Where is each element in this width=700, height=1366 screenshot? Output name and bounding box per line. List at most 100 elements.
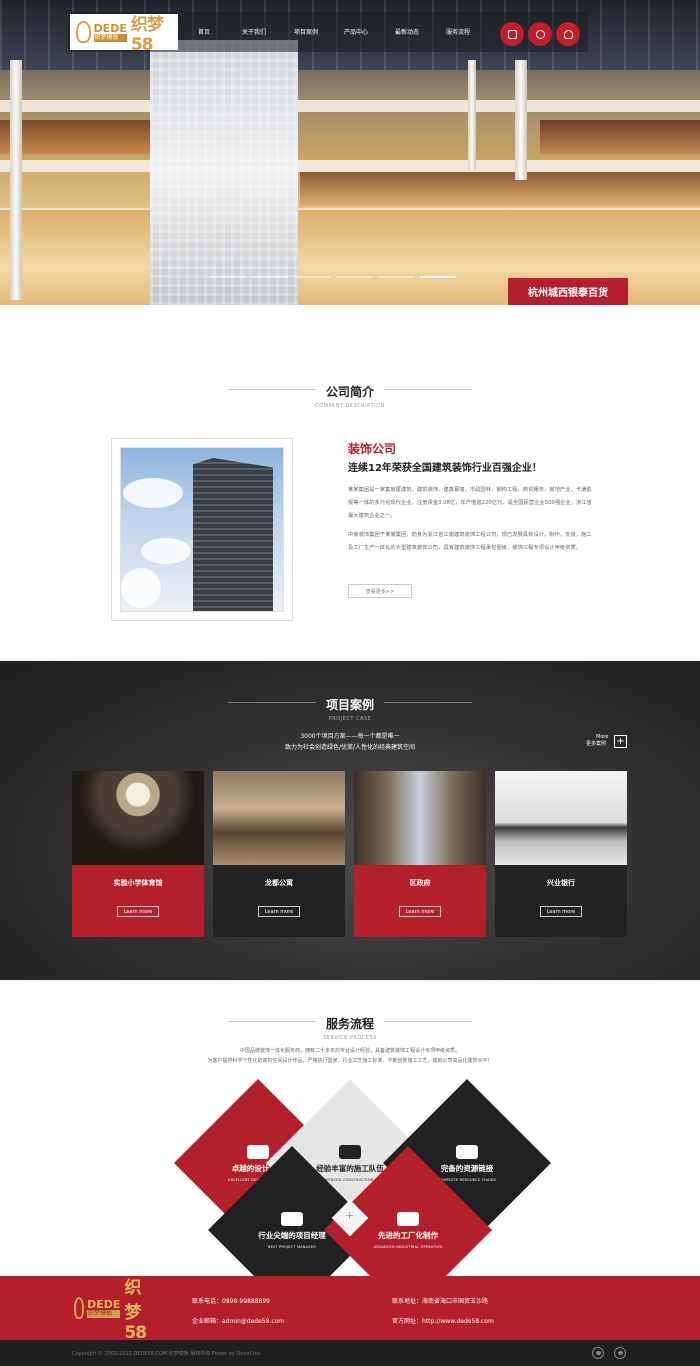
learn-more-button[interactable]: Learn more <box>399 906 441 917</box>
case-image <box>72 771 204 865</box>
logo-text: DEDE <box>93 21 127 35</box>
hero-column <box>515 60 527 180</box>
more-cn: 更多案例 <box>586 741 607 747</box>
logo-mark-icon <box>76 21 91 43</box>
logo-name: 织梦58 <box>124 1278 147 1343</box>
learn-more-button[interactable]: Learn more <box>117 906 159 917</box>
hero-caption[interactable]: 杭州城西银泰百货 <box>508 278 628 305</box>
hero-shopfront <box>0 120 150 154</box>
step-subtitle: COMPLETE RESOURCE CHAINS <box>437 1177 497 1182</box>
nav-item-news[interactable]: 最新动态 <box>395 27 419 36</box>
slider-dot[interactable] <box>210 276 246 278</box>
hero-column <box>468 60 476 170</box>
nav-item-products[interactable]: 产品中心 <box>344 27 368 36</box>
step-title: 行业尖端的项目经理 <box>258 1230 326 1240</box>
resource-icon <box>456 1144 478 1159</box>
case-image <box>354 771 486 865</box>
copyright-text: Copyright © 2002-2011 DEDE58.COM 织梦模板 版权… <box>72 1351 261 1357</box>
case-name: 龙都公寓 <box>265 879 293 887</box>
design-icon <box>247 1144 269 1159</box>
case-caption: 实验小学体育馆 Learn more <box>72 865 204 937</box>
wechat-icon[interactable] <box>614 1347 626 1359</box>
phone-icon[interactable] <box>500 22 524 46</box>
footer-email[interactable]: 企业邮箱：admin@dede58.com <box>192 1316 284 1325</box>
slider-dot[interactable] <box>294 276 330 278</box>
section-title: 公司简介 <box>325 385 374 399</box>
process-line: 为客户提供科学个性化的高的空间设计作品，严格执行国家、行业工艺施工标准，不断创新… <box>207 1058 493 1064</box>
step-title: 完备的资源链接 <box>440 1163 494 1173</box>
construction-icon <box>339 1144 361 1159</box>
nav-item-process[interactable]: 服务流程 <box>446 27 470 36</box>
nav-item-home[interactable]: 首页 <box>198 27 210 36</box>
case-name: 实验小学体育馆 <box>113 879 163 887</box>
hero-shopfront <box>300 172 700 206</box>
logo-subtext: 织梦模板 <box>87 1309 121 1318</box>
learn-more-button[interactable]: Learn more <box>540 906 582 917</box>
footer-website[interactable]: 官方网址：http://www.dede58.com <box>392 1316 494 1325</box>
nav-item-cases[interactable]: 项目案例 <box>294 27 318 36</box>
logo-name: 织梦58 <box>130 14 164 55</box>
case-card[interactable]: 实验小学体育馆 Learn more <box>72 771 204 937</box>
intro-building-image <box>120 447 284 612</box>
cloud <box>123 478 183 508</box>
case-name: 兴业银行 <box>547 879 575 887</box>
logo-mark-icon <box>74 1297 85 1319</box>
footer-phone: 联系电话：0898-99888899 <box>192 1298 270 1305</box>
step-title: 先进的工厂化制作 <box>378 1230 438 1240</box>
nav-item-about[interactable]: 关于我们 <box>242 27 266 36</box>
step-subtitle: BEST PROJECT MANAGER <box>267 1244 317 1249</box>
wechat-icon[interactable] <box>528 22 552 46</box>
intro-image-frame <box>111 438 293 621</box>
case-card[interactable]: 区政府 Learn more <box>354 771 486 937</box>
plus-icon: + <box>345 1209 355 1222</box>
qq-icon[interactable] <box>556 22 580 46</box>
intro-paragraph: 中南装饰集团于某某集团，前身为浙江省江南建筑装饰工程公司，现已发展具有设计，制作… <box>348 532 592 551</box>
intro-more-button[interactable]: 查看更多>> <box>348 584 412 598</box>
process-section-title: 服务流程 SERVICE PROCESS <box>0 1015 700 1041</box>
more-cases-link[interactable]: More 更多案例 <box>586 734 608 748</box>
slider-dot[interactable] <box>378 276 414 278</box>
slider-dot[interactable] <box>252 276 288 278</box>
hero-shopfront <box>540 120 700 154</box>
logo-subtext: 织梦模板 <box>93 33 127 42</box>
building-shape <box>193 458 273 611</box>
case-image <box>213 771 345 865</box>
case-caption: 兴业银行 Learn more <box>495 865 627 937</box>
section-subtitle: SERVICE PROCESS <box>323 1035 377 1041</box>
weibo-icon[interactable] <box>592 1347 604 1359</box>
intro-section-title: 公司简介 COMPANY DESCRIPTION <box>0 383 700 409</box>
case-card[interactable]: 兴业银行 Learn more <box>495 771 627 937</box>
learn-more-button[interactable]: Learn more <box>258 906 300 917</box>
section-subtitle: COMPANY DESCRIPTION <box>315 403 385 409</box>
section-subtitle: PROJECT CASE <box>328 716 372 722</box>
logo-text: DEDE <box>87 1297 121 1311</box>
section-title: 项目案例 <box>325 698 374 712</box>
case-image <box>495 771 627 865</box>
cases-section-title: 项目案例 PROJECT CASE <box>0 696 700 722</box>
cloud <box>141 538 191 564</box>
intro-heading: 装饰公司 <box>348 442 397 456</box>
case-card[interactable]: 龙都公寓 Learn more <box>213 771 345 937</box>
team-icon <box>281 1211 303 1226</box>
intro-paragraph: 某某集团是一家集房屋建筑，建筑装饰，建筑幕墙，市政园林，钢构工程，商贸服务，房地… <box>348 487 592 519</box>
plus-icon[interactable]: + <box>614 735 627 748</box>
case-name: 区政府 <box>409 879 431 887</box>
slider-dot-active[interactable] <box>420 276 456 278</box>
hero-balcony <box>0 160 700 172</box>
case-caption: 龙都公寓 Learn more <box>213 865 345 937</box>
slider-dot[interactable] <box>336 276 372 278</box>
hero-balcony <box>0 100 700 112</box>
footer-logo[interactable]: DEDE 织梦模板 织梦58 <box>74 1278 152 1343</box>
section-title: 服务流程 <box>325 1017 374 1031</box>
hero-glass-tower <box>150 40 298 305</box>
factory-icon <box>397 1211 419 1226</box>
step-title: 经验丰富的施工队伍 <box>316 1163 384 1173</box>
hero-column <box>10 60 22 300</box>
site-logo[interactable]: DEDE 织梦模板 织梦58 <box>70 14 178 55</box>
more-en: More <box>596 734 609 740</box>
intro-tagline: 连续12年荣获全国建筑装饰行业百强企业！ <box>348 463 542 474</box>
footer-address: 联系地址：海南省海口市国贸玉沙路 <box>392 1298 489 1305</box>
step-subtitle: ADVANCED INDUSTRIAL OPERATION <box>373 1244 443 1249</box>
cloud <box>121 568 161 608</box>
case-caption: 区政府 Learn more <box>354 865 486 937</box>
